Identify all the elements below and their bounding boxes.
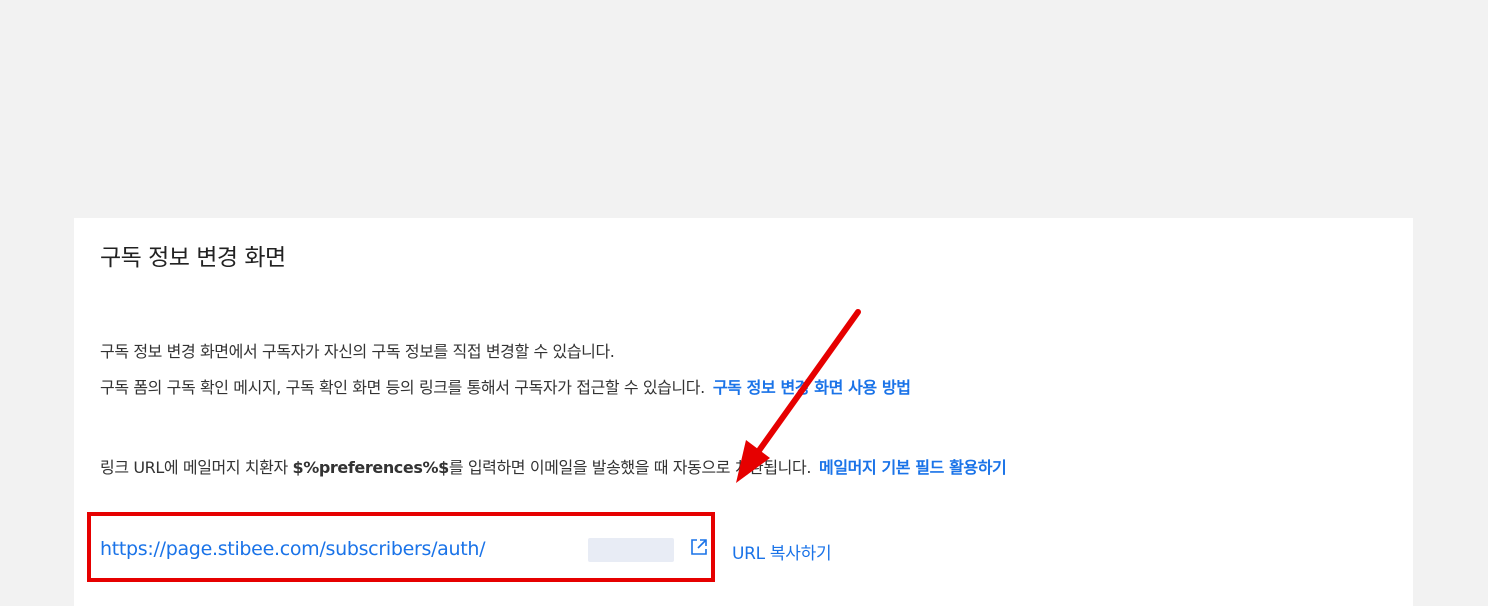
copy-url-button[interactable]: URL 복사하기	[732, 539, 832, 564]
preferences-url-link[interactable]: https://page.stibee.com/subscribers/auth…	[100, 538, 486, 560]
preferences-card: 구독 정보 변경 화면 구독 정보 변경 화면에서 구독자가 자신의 구독 정보…	[74, 218, 1413, 606]
description-text-1: 구독 정보 변경 화면에서 구독자가 자신의 구독 정보를 직접 변경할 수 있…	[100, 342, 615, 361]
substitution-prefix: 링크 URL에 메일머지 치환자	[100, 458, 293, 477]
description-line-1: 구독 정보 변경 화면에서 구독자가 자신의 구독 정보를 직접 변경할 수 있…	[100, 338, 615, 362]
external-link-icon-svg	[691, 539, 707, 555]
redacted-url-segment	[588, 538, 674, 562]
substitution-line: 링크 URL에 메일머지 치환자 $%preferences%$를 입력하면 이…	[100, 454, 1007, 478]
external-link-icon[interactable]	[688, 536, 710, 558]
usage-guide-link[interactable]: 구독 정보 변경 화면 사용 방법	[713, 378, 911, 397]
description-line-2: 구독 폼의 구독 확인 메시지, 구독 확인 화면 등의 링크를 통해서 구독자…	[100, 374, 911, 398]
substitution-code: $%preferences%$	[292, 458, 450, 477]
mailmerge-guide-link[interactable]: 메일머지 기본 필드 활용하기	[819, 458, 1007, 477]
section-title: 구독 정보 변경 화면	[100, 245, 286, 271]
substitution-suffix: 를 입력하면 이메일을 발송했을 때 자동으로 치환됩니다.	[448, 458, 812, 477]
description-text-2: 구독 폼의 구독 확인 메시지, 구독 확인 화면 등의 링크를 통해서 구독자…	[100, 378, 705, 397]
